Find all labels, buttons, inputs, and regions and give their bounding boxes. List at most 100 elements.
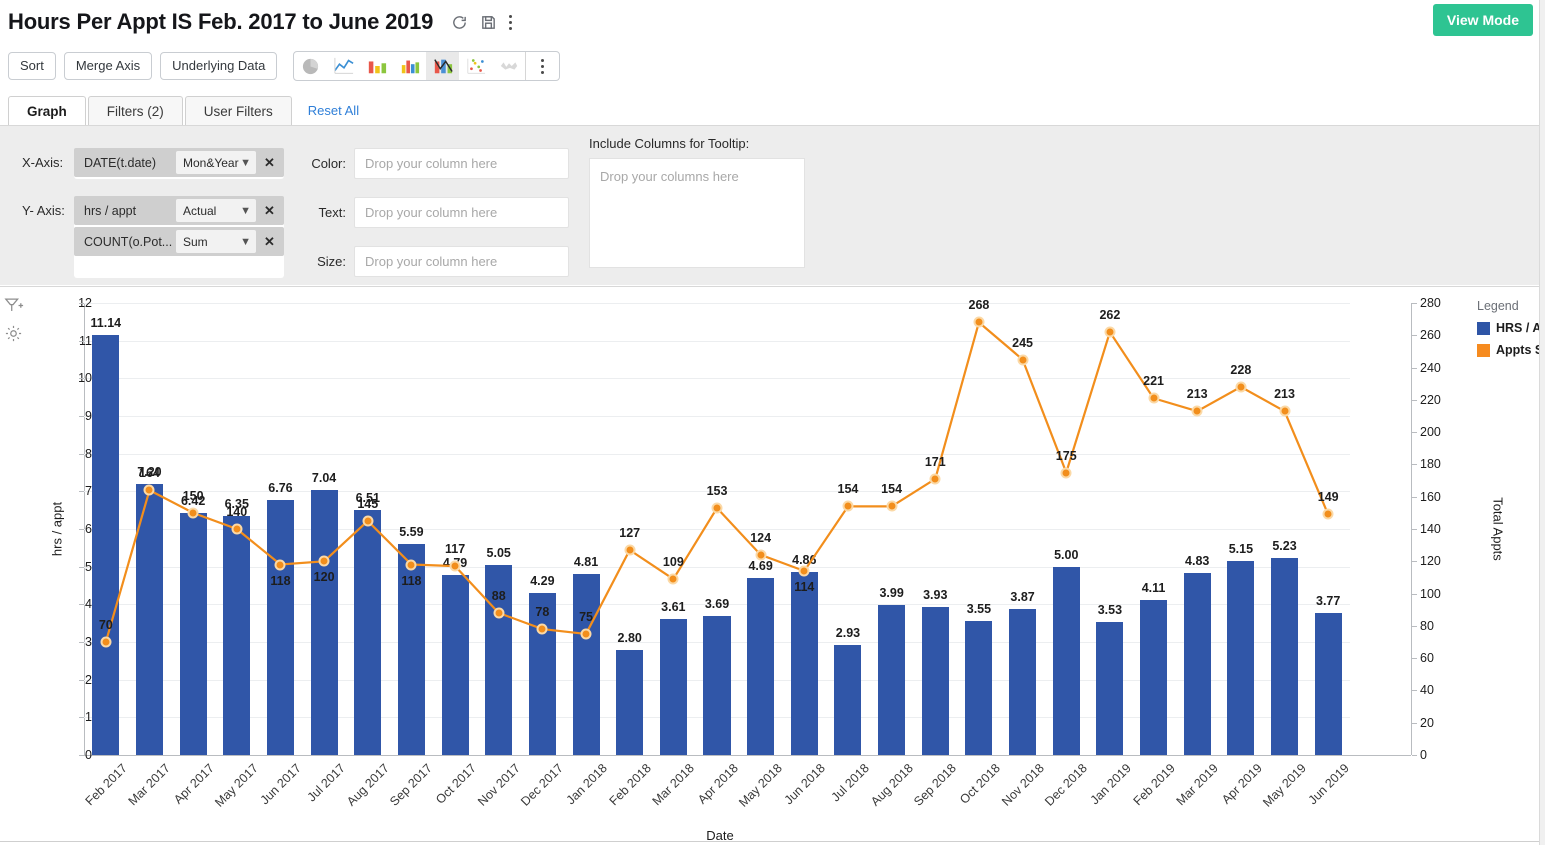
x-axis-tick-label: Oct 2018 xyxy=(957,761,1003,807)
line-marker-aug-2017[interactable] xyxy=(362,515,374,527)
y-tick-mark-right xyxy=(1412,690,1417,692)
grouped-bar-chart-icon[interactable] xyxy=(393,52,426,80)
chevron-down-icon: ▼ xyxy=(240,204,251,217)
line-value-label: 164 xyxy=(139,466,160,481)
x-axis-tick-label: Jul 2017 xyxy=(304,761,348,805)
x-pill-remove-icon[interactable]: ✕ xyxy=(264,155,275,171)
text-drop-zone[interactable]: Drop your column here xyxy=(354,197,569,228)
title-icon-group xyxy=(451,14,513,31)
color-drop-zone[interactable]: Drop your column here xyxy=(354,148,569,179)
size-drop-zone[interactable]: Drop your column here xyxy=(354,246,569,277)
line-marker-apr-2018[interactable] xyxy=(711,502,723,514)
line-marker-jul-2018[interactable] xyxy=(842,500,854,512)
save-icon[interactable] xyxy=(480,14,497,31)
line-marker-may-2017[interactable] xyxy=(231,523,243,535)
legend-item-hrs[interactable]: HRS / A xyxy=(1477,321,1545,335)
line-marker-jan-2018[interactable] xyxy=(580,628,592,640)
line-marker-nov-2017[interactable] xyxy=(493,607,505,619)
page-title: Hours Per Appt IS Feb. 2017 to June 2019 xyxy=(8,9,434,34)
line-marker-jun-2018[interactable] xyxy=(798,565,810,577)
line-marker-oct-2017[interactable] xyxy=(449,560,461,572)
line-marker-may-2019[interactable] xyxy=(1279,405,1291,417)
y-tick-mark-right xyxy=(1412,367,1417,369)
tab-filters[interactable]: Filters (2) xyxy=(87,96,183,126)
x-axis-tick-label: May 2019 xyxy=(1259,761,1309,810)
line-marker-jun-2017[interactable] xyxy=(274,559,286,570)
reset-all-link[interactable]: Reset All xyxy=(308,103,359,118)
more-vertical-icon[interactable] xyxy=(509,14,513,30)
y-axis-tick-right: 240 xyxy=(1420,360,1441,375)
line-chart-icon[interactable] xyxy=(327,52,360,80)
line-marker-mar-2018[interactable] xyxy=(667,573,679,585)
y-axis-pill-container[interactable]: hrs / appt Actual ▼ ✕ COUNT(o.Pot... Sum… xyxy=(74,196,284,278)
line-marker-oct-2018[interactable] xyxy=(973,316,985,328)
view-mode-button[interactable]: View Mode xyxy=(1432,4,1533,36)
line-marker-nov-2018[interactable] xyxy=(1017,354,1029,365)
line-marker-dec-2018[interactable] xyxy=(1060,467,1072,478)
line-marker-apr-2019[interactable] xyxy=(1235,381,1247,393)
y-pill-agg-select-2[interactable]: Sum ▼ xyxy=(176,230,256,253)
y-tick-mark-right xyxy=(1412,464,1417,466)
x-axis-tick-label: Nov 2017 xyxy=(474,761,523,809)
chart-toolbar: Sort Merge Axis Underlying Data xyxy=(0,46,1545,86)
text-label: Text: xyxy=(318,205,346,220)
y-pill-remove-icon-2[interactable]: ✕ xyxy=(264,234,275,250)
x-axis-tick-label: Mar 2019 xyxy=(1173,761,1222,809)
line-marker-dec-2017[interactable] xyxy=(536,623,548,635)
tab-graph[interactable]: Graph xyxy=(8,96,86,126)
y-tick-mark-right xyxy=(1412,432,1417,434)
plot-region: hrs / appt Total Appts 0 1 2 3 4 5 6 7 8 9 10 11 12 0… xyxy=(50,296,1506,810)
line-marker-mar-2019[interactable] xyxy=(1191,405,1203,417)
line-value-label: 228 xyxy=(1230,362,1252,377)
line-marker-jan-2019[interactable] xyxy=(1104,326,1116,338)
line-marker-may-2018[interactable] xyxy=(755,549,767,561)
line-marker-sep-2018[interactable] xyxy=(929,473,941,485)
refresh-icon[interactable] xyxy=(451,14,468,31)
line-marker-feb-2019[interactable] xyxy=(1148,392,1160,404)
settings-gear-icon[interactable] xyxy=(4,324,24,343)
line-marker-mar-2017[interactable] xyxy=(143,484,155,496)
map-chart-icon[interactable] xyxy=(492,52,525,80)
y-axis-pill-count[interactable]: COUNT(o.Pot... Sum ▼ ✕ xyxy=(74,227,284,256)
sort-button[interactable]: Sort xyxy=(8,51,56,81)
underlying-data-button[interactable]: Underlying Data xyxy=(160,51,278,81)
y-axis-tick-right: 260 xyxy=(1420,328,1441,343)
y-pill-agg-value-2: Sum xyxy=(183,234,208,249)
merge-axis-button[interactable]: Merge Axis xyxy=(63,51,153,81)
y-axis-tick-right: 140 xyxy=(1420,522,1441,536)
tooltip-drop-zone[interactable]: Drop your columns here xyxy=(589,158,805,268)
y-pill-agg-select-1[interactable]: Actual ▼ xyxy=(176,199,256,222)
add-filter-icon[interactable] xyxy=(4,297,24,314)
x-pill-field: DATE(t.date) xyxy=(84,155,157,170)
line-marker-aug-2018[interactable] xyxy=(886,500,898,512)
y-pill-remove-icon-1[interactable]: ✕ xyxy=(264,203,275,219)
scatter-plot-icon[interactable] xyxy=(459,52,492,80)
chevron-down-icon: ▼ xyxy=(240,156,251,169)
x-axis-tick-label: Mar 2017 xyxy=(126,761,174,809)
line-marker-feb-2018[interactable] xyxy=(624,544,636,556)
line-marker-jun-2019[interactable] xyxy=(1322,508,1334,520)
legend-label-hrs: HRS / A xyxy=(1496,321,1542,335)
bar-chart-icon[interactable] xyxy=(360,52,393,80)
y-tick-mark-right xyxy=(1412,658,1417,660)
pie-chart-icon[interactable] xyxy=(294,52,327,80)
line-marker-apr-2017[interactable] xyxy=(187,507,199,519)
line-series-path xyxy=(104,320,1330,643)
line-marker-feb-2017[interactable] xyxy=(100,636,112,648)
x-axis-tick-label: Feb 2018 xyxy=(606,761,654,809)
tab-user-filters[interactable]: User Filters xyxy=(184,96,292,126)
x-pill-agg-select[interactable]: Mon&Year ▼ xyxy=(176,151,256,174)
x-axis-tick-label: Dec 2017 xyxy=(518,761,567,809)
right-scrollbar-strip[interactable] xyxy=(1539,0,1545,845)
combo-chart-icon[interactable] xyxy=(426,52,460,80)
x-axis-pill-container[interactable]: DATE(t.date) Mon&Year ▼ ✕ xyxy=(74,148,284,179)
x-axis-pill-date[interactable]: DATE(t.date) Mon&Year ▼ ✕ xyxy=(74,148,284,177)
color-label: Color: xyxy=(311,156,346,171)
line-marker-jul-2017[interactable] xyxy=(318,555,330,567)
y-axis-tick-right: 220 xyxy=(1420,392,1441,407)
toolbar-more-icon[interactable] xyxy=(526,52,559,80)
y-axis-label: Y- Axis: xyxy=(22,203,65,218)
line-marker-sep-2017[interactable] xyxy=(405,559,417,570)
legend-item-appts[interactable]: Appts S xyxy=(1477,343,1545,357)
y-axis-pill-hrs-appt[interactable]: hrs / appt Actual ▼ ✕ xyxy=(74,196,284,225)
